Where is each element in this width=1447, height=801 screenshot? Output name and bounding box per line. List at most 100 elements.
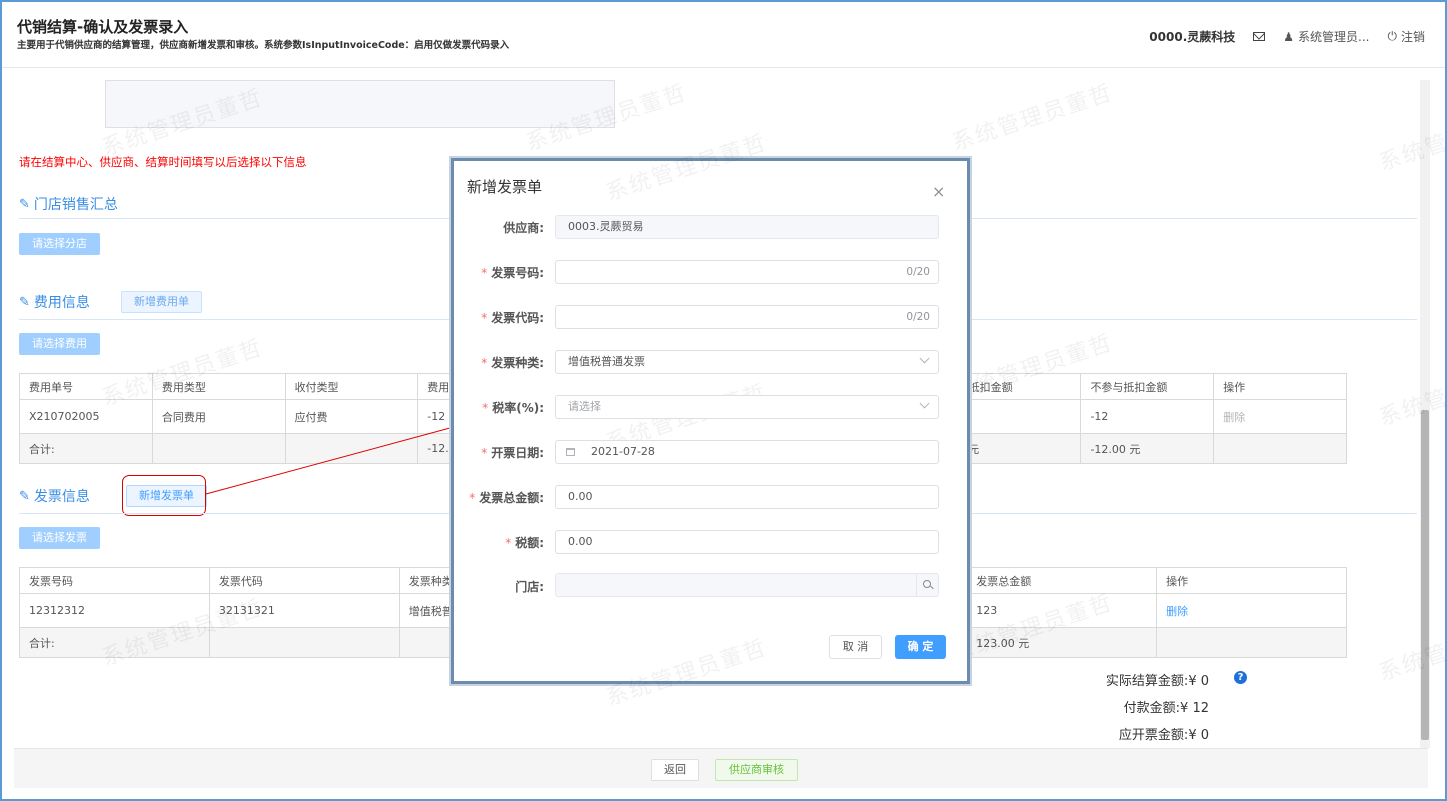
supplier-label: 供应商: <box>503 221 544 235</box>
invoice-amount-value: ¥ 0 <box>1188 728 1209 743</box>
required-mark: * <box>481 266 488 280</box>
page-subtitle: 主要用于代销供应商的结算管理，供应商新增发票和审核。系统参数IsInputInv… <box>17 40 510 51</box>
add-fee-button[interactable]: 新增费用单 <box>121 291 202 313</box>
invoice-type-label-text: 发票种类: <box>491 356 544 370</box>
column-header: 操作 <box>1213 373 1347 400</box>
add-invoice-dialog <box>457 165 963 677</box>
mail-icon[interactable] <box>1253 32 1266 41</box>
tax-amount-input[interactable]: 0.00 <box>555 530 939 554</box>
sum-cell <box>151 433 286 464</box>
invoice-type-value: 增值税普通发票 <box>568 355 645 368</box>
invoice-code-input[interactable]: 0/20 <box>555 305 939 329</box>
invoice-section-title: ✎ 发票信息 <box>19 486 90 506</box>
invoice-total-label: * 发票总金额: <box>469 489 544 506</box>
warning-message: 请在结算中心、供应商、结算时间填写以后选择以下信息 <box>19 155 307 169</box>
scrollbar-thumb[interactable] <box>1421 410 1429 740</box>
invoice-amount-total: 应开票金额:¥ 0 <box>1118 728 1209 743</box>
sum-cell <box>208 627 400 658</box>
cancel-button[interactable]: 取 消 <box>829 635 882 659</box>
supplier-field: 0003.灵蕨贸易 <box>555 215 939 239</box>
store-input[interactable] <box>555 573 939 597</box>
sum-cell: -12.00 元 <box>1080 433 1215 464</box>
tax-amount-label: * 税额: <box>505 534 544 551</box>
invoice-type-label: * 发票种类: <box>481 354 544 371</box>
user-menu[interactable]: ♟ 系统管理员... <box>1283 28 1369 45</box>
invoice-date-label: * 开票日期: <box>481 444 544 461</box>
required-mark: * <box>469 491 476 505</box>
table-cell: X210702005 <box>19 399 153 434</box>
invoice-amount-label: 应开票金额 <box>1118 728 1184 743</box>
tax-rate-select[interactable]: 请选择 <box>555 395 939 419</box>
table-cell: -12 <box>1080 399 1215 434</box>
sum-cell <box>1156 627 1347 658</box>
table-cell: 12312312 <box>19 593 210 628</box>
table-cell: 合同费用 <box>151 399 286 434</box>
delete-fee-link[interactable]: 删除 <box>1213 399 1347 434</box>
tax-amount-label-text: 税额: <box>515 536 544 550</box>
select-store-button[interactable]: 请选择分店 <box>19 233 100 255</box>
payment-total: 付款金额:¥ 12 <box>1123 701 1209 716</box>
edit-icon: ✎ <box>19 294 30 310</box>
calendar-icon <box>566 448 575 456</box>
top-right-menu: 0000.灵蕨科技 ♟ 系统管理员... ⏻ 注销 <box>1149 28 1425 45</box>
select-fee-button[interactable]: 请选择费用 <box>19 333 100 355</box>
fee-section-title: ✎ 费用信息 <box>19 292 90 312</box>
sum-cell: 合计: <box>19 433 153 464</box>
column-header: 不参与抵扣金额 <box>1080 373 1215 400</box>
edit-icon: ✎ <box>19 196 30 212</box>
logout-button[interactable]: ⏻ 注销 <box>1387 28 1425 45</box>
required-mark: * <box>482 401 489 415</box>
invoice-number-label: * 发票号码: <box>481 264 544 281</box>
delete-invoice-link[interactable]: 删除 <box>1156 593 1347 628</box>
edit-icon: ✎ <box>19 488 30 504</box>
power-icon: ⏻ <box>1387 29 1397 43</box>
top-bar: 代销结算-确认及发票录入 主要用于代销供应商的结算管理，供应商新增发票和审核。系… <box>2 2 1445 68</box>
search-button[interactable] <box>916 574 938 596</box>
company-name: 0000.灵蕨科技 <box>1149 30 1236 44</box>
supplier-value: 0003.灵蕨贸易 <box>568 220 644 233</box>
invoice-total-value: 0.00 <box>568 490 593 503</box>
tax-amount-value: 0.00 <box>568 535 593 548</box>
tax-rate-placeholder: 请选择 <box>568 400 601 413</box>
column-header: 费用类型 <box>151 373 286 400</box>
column-header: 发票总金额 <box>966 567 1158 594</box>
column-header: 收付类型 <box>284 373 419 400</box>
sum-cell <box>1213 433 1347 464</box>
callout-highlight <box>122 475 206 516</box>
tax-rate-label: * 税率(%): <box>482 399 544 416</box>
select-invoice-button[interactable]: 请选择发票 <box>19 527 100 549</box>
payment-value: ¥ 12 <box>1180 701 1209 716</box>
invoice-number-input[interactable]: 0/20 <box>555 260 939 284</box>
required-mark: * <box>481 356 488 370</box>
invoice-date-value: 2021-07-28 <box>591 445 655 458</box>
payment-label: 付款金额 <box>1123 701 1176 716</box>
search-icon-handle <box>930 585 934 590</box>
invoice-total-label-text: 发票总金额: <box>479 491 544 505</box>
invoice-date-picker[interactable]: 2021-07-28 <box>555 440 939 464</box>
close-icon[interactable]: × <box>932 184 945 200</box>
table-cell: 应付费 <box>284 399 419 434</box>
table-cell: 32131321 <box>208 593 400 628</box>
store-sales-title-text: 门店销售汇总 <box>33 197 118 213</box>
invoice-title-text: 发票信息 <box>33 489 90 505</box>
invoice-code-label-text: 发票代码: <box>491 311 544 325</box>
invoice-type-select[interactable]: 增值税普通发票 <box>555 350 939 374</box>
tax-rate-label-text: 税率(%): <box>492 401 544 415</box>
vertical-scrollbar[interactable] <box>1420 80 1430 748</box>
sum-cell <box>284 433 419 464</box>
store-sales-section-title: ✎ 门店销售汇总 <box>19 194 118 214</box>
remark-textarea[interactable] <box>105 80 615 128</box>
invoice-total-input[interactable]: 0.00 <box>555 485 939 509</box>
confirm-button[interactable]: 确 定 <box>895 635 946 659</box>
table-cell: 123 <box>966 593 1158 628</box>
back-button[interactable]: 返回 <box>651 759 699 781</box>
supplier-audit-button[interactable]: 供应商审核 <box>715 759 798 781</box>
help-icon[interactable]: ? <box>1234 671 1247 684</box>
logout-label: 注销 <box>1400 30 1425 44</box>
actual-settlement-value: ¥ 0 <box>1188 674 1209 689</box>
invoice-code-label: * 发票代码: <box>481 309 544 326</box>
column-header: 操作 <box>1156 567 1347 594</box>
column-header: 发票代码 <box>208 567 400 594</box>
sum-cell: 合计: <box>19 627 210 658</box>
required-mark: * <box>505 536 512 550</box>
